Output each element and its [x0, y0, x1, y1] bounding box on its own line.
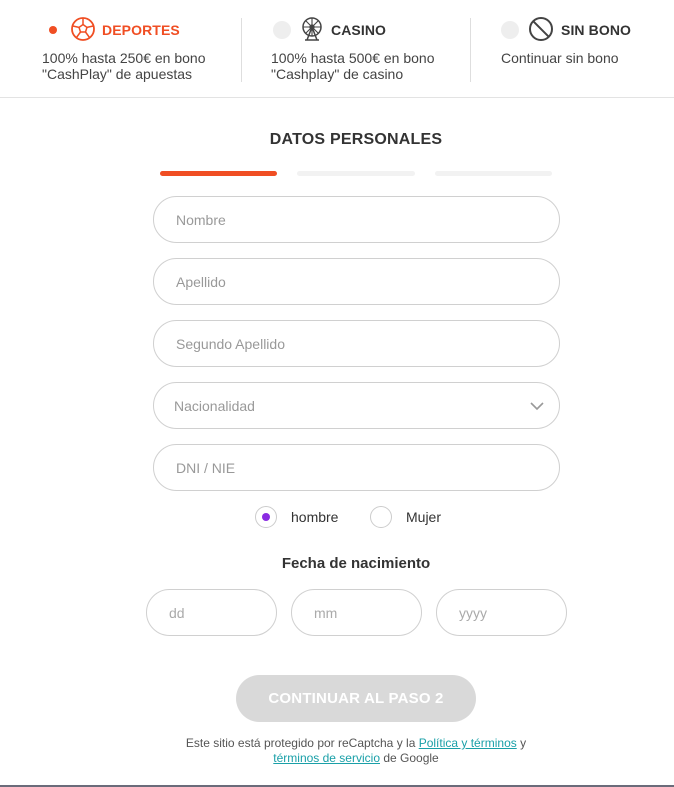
nacionalidad-select-value: Nacionalidad — [174, 398, 255, 414]
bonus-head: SIN BONO — [501, 14, 671, 44]
recaptcha-text: Este sitio está protegido por reCaptcha … — [185, 736, 419, 750]
ferris-wheel-icon — [299, 16, 325, 42]
soccer-ball-icon — [70, 16, 96, 42]
recaptcha-notice: Este sitio está protegido por reCaptcha … — [0, 736, 674, 766]
nombre-field-wrapper — [153, 196, 560, 243]
bonus-desc-casino: 100% hasta 500€ en bono "Cashplay" de ca… — [271, 50, 434, 82]
gender-label-mujer: Mujer — [406, 509, 442, 525]
segundo-apellido-input[interactable] — [154, 321, 559, 366]
bonus-head: DEPORTES — [42, 14, 232, 44]
policy-link[interactable]: Política y términos — [419, 736, 517, 750]
segundo-apellido-field-wrapper — [153, 320, 560, 367]
bonus-radio-sin-bono[interactable] — [501, 21, 519, 39]
gender-label-hombre: hombre — [291, 509, 339, 525]
apellido-field-wrapper — [153, 258, 560, 305]
dni-field-wrapper — [153, 444, 560, 491]
step-indicator-2 — [297, 171, 415, 176]
bonus-radio-casino[interactable] — [273, 21, 291, 39]
bonus-desc-line: "CashPlay" de apuestas — [42, 66, 193, 82]
bonus-head: CASINO — [271, 14, 461, 44]
birth-year-input[interactable] — [437, 590, 566, 635]
dni-input[interactable] — [154, 445, 559, 490]
bonus-desc-line: 100% hasta 250€ en bono — [42, 50, 206, 66]
gender-radio-hombre[interactable] — [255, 506, 277, 528]
recaptcha-text: y — [516, 736, 527, 750]
birth-day-input[interactable] — [147, 590, 276, 635]
bonus-selector: DEPORTES 100% hasta 250€ en bono "CashPl… — [0, 0, 674, 98]
bonus-title-deportes: DEPORTES — [102, 22, 180, 38]
birth-date-title: Fecha de nacimiento — [281, 555, 431, 572]
chevron-down-icon — [529, 399, 545, 413]
bonus-desc-deportes: 100% hasta 250€ en bono "CashPlay" de ap… — [42, 50, 205, 82]
gender-radio-mujer[interactable] — [370, 506, 392, 528]
nacionalidad-select[interactable]: Nacionalidad — [153, 382, 560, 429]
continue-step-2-button[interactable]: CONTINUAR AL PASO 2 — [236, 675, 476, 722]
apellido-input[interactable] — [154, 259, 559, 304]
bonus-desc-sin-bono: Continuar sin bono — [501, 50, 619, 66]
prohibited-icon — [528, 16, 554, 42]
birth-year-wrapper — [436, 589, 567, 636]
bonus-desc-line: Continuar sin bono — [501, 50, 619, 66]
terms-link[interactable]: términos de servicio — [273, 751, 380, 765]
step-indicator-1 — [160, 171, 277, 176]
birth-day-wrapper — [146, 589, 277, 636]
divider — [470, 18, 471, 82]
nombre-input[interactable] — [154, 197, 559, 242]
bonus-title-casino: CASINO — [331, 22, 387, 38]
bonus-option-casino[interactable]: CASINO 100% hasta 500€ en bono "Cashplay… — [271, 14, 461, 86]
bonus-radio-deportes[interactable] — [44, 21, 62, 39]
birth-month-input[interactable] — [292, 590, 421, 635]
bonus-title-sin-bono: SIN BONO — [561, 22, 632, 38]
bonus-desc-line: "Cashplay" de casino — [271, 66, 404, 82]
divider — [241, 18, 242, 82]
recaptcha-text: de Google — [380, 751, 439, 765]
section-title: DATOS PERSONALES — [269, 131, 443, 148]
bonus-option-deportes[interactable]: DEPORTES 100% hasta 250€ en bono "CashPl… — [42, 14, 232, 86]
bonus-option-sin-bono[interactable]: SIN BONO Continuar sin bono — [501, 14, 671, 86]
bonus-desc-line: 100% hasta 500€ en bono — [271, 50, 435, 66]
step-indicator-3 — [435, 171, 552, 176]
birth-month-wrapper — [291, 589, 422, 636]
